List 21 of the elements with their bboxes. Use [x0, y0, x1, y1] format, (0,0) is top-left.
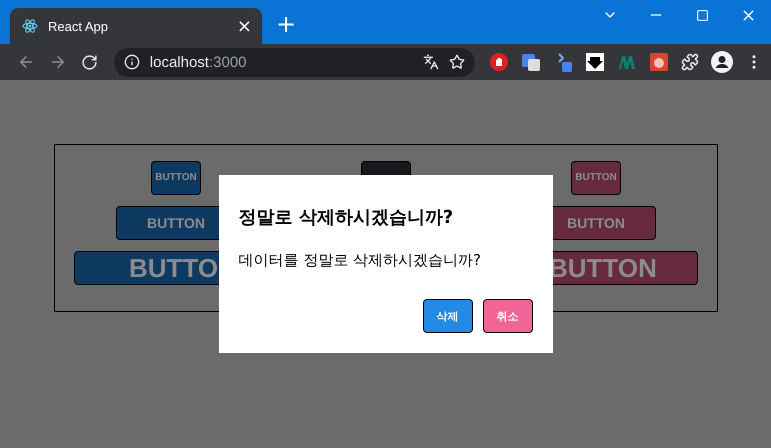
new-tab-button[interactable]: +: [276, 10, 296, 38]
translate-extension-icon[interactable]: [520, 52, 541, 72]
address-bar[interactable]: localhost:3000: [114, 48, 475, 76]
info-icon[interactable]: [124, 54, 140, 70]
translate-icon[interactable]: [422, 54, 439, 70]
dialog-button[interactable]: 취소: [482, 299, 532, 333]
reload-icon[interactable]: [81, 54, 98, 70]
tab-title: React App: [48, 18, 109, 34]
sample-button[interactable]: BUTTON: [571, 161, 621, 195]
address-text: localhost:3000: [150, 54, 248, 70]
atom-icon: [22, 18, 38, 34]
maximize-icon[interactable]: [696, 8, 708, 22]
avatar-icon[interactable]: [710, 51, 733, 73]
dialog-button[interactable]: 삭제: [422, 299, 472, 333]
sample-button[interactable]: BUTTON: [151, 161, 201, 195]
browser-tab[interactable]: React App ×: [10, 8, 262, 44]
download-icon[interactable]: [584, 52, 605, 72]
puzzle-icon[interactable]: [680, 53, 699, 71]
dialog-title: 정말로 삭제하시겠습니까?: [238, 206, 454, 229]
bookmark-star-icon[interactable]: [448, 54, 465, 70]
tab-close-button[interactable]: ×: [236, 16, 252, 36]
